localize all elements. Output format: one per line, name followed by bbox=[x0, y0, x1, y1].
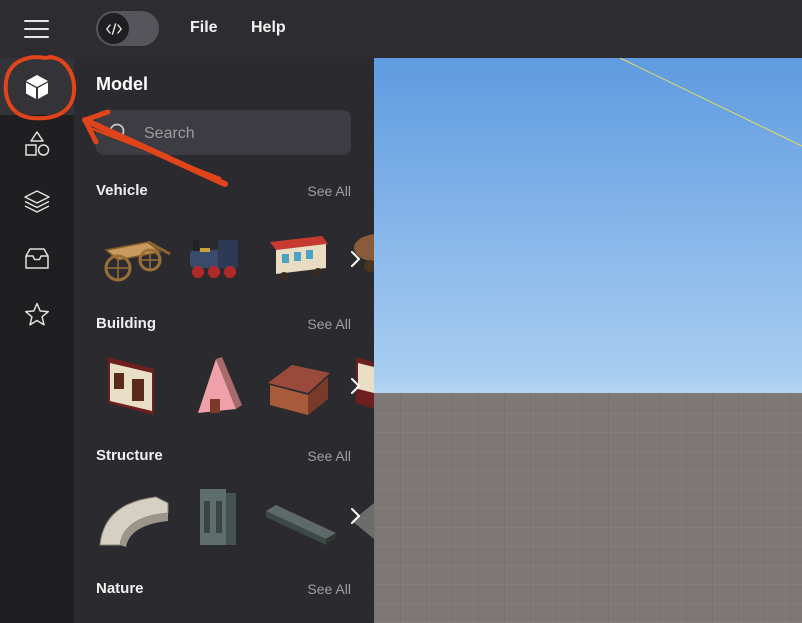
shapes-icon bbox=[25, 130, 50, 156]
model-thumb-passenger-carriage[interactable] bbox=[262, 222, 338, 290]
file-menu[interactable]: File bbox=[190, 19, 218, 37]
sky bbox=[374, 58, 802, 393]
see-all-link[interactable]: See All bbox=[307, 581, 351, 597]
model-thumb-shop-wall[interactable] bbox=[96, 353, 172, 421]
model-thumb-stone-arch[interactable] bbox=[96, 483, 172, 551]
next-arrow-building[interactable] bbox=[344, 369, 366, 403]
rail-item-inbox[interactable] bbox=[0, 229, 74, 286]
inbox-icon bbox=[25, 247, 49, 269]
section-title: Nature bbox=[96, 580, 144, 597]
search-input[interactable] bbox=[142, 110, 346, 157]
model-panel: Model Vehicle See All bbox=[74, 58, 374, 623]
section-vehicle: Vehicle See All bbox=[74, 182, 374, 292]
see-all-link[interactable]: See All bbox=[307, 316, 351, 332]
layers-icon bbox=[24, 189, 50, 213]
section-title: Building bbox=[96, 315, 156, 332]
ground-grid bbox=[374, 393, 802, 623]
help-menu[interactable]: Help bbox=[251, 19, 286, 37]
chevron-right-icon bbox=[351, 378, 360, 394]
model-thumb-wooden-cart[interactable] bbox=[96, 222, 172, 290]
search-box[interactable] bbox=[96, 110, 351, 157]
see-all-link[interactable]: See All bbox=[307, 448, 351, 464]
rail-item-shapes[interactable] bbox=[0, 115, 74, 172]
code-icon bbox=[98, 13, 129, 44]
model-thumb-a-frame-house[interactable] bbox=[182, 353, 258, 421]
model-thumb-stone-gate[interactable] bbox=[182, 483, 258, 551]
rail-item-favorites[interactable] bbox=[0, 286, 74, 343]
see-all-link[interactable]: See All bbox=[307, 183, 351, 199]
left-rail bbox=[0, 58, 74, 623]
code-view-toggle[interactable] bbox=[96, 11, 159, 46]
section-title: Structure bbox=[96, 447, 163, 464]
chevron-right-icon bbox=[351, 251, 360, 267]
top-bar: File Help bbox=[0, 0, 802, 58]
rail-item-layers[interactable] bbox=[0, 172, 74, 229]
chevron-right-icon bbox=[351, 508, 360, 524]
model-thumb-stone-beam[interactable] bbox=[264, 483, 340, 551]
section-building: Building See All bbox=[74, 315, 374, 425]
cube-icon bbox=[26, 74, 48, 99]
3d-viewport[interactable] bbox=[374, 58, 802, 623]
section-nature: Nature See All bbox=[74, 580, 374, 623]
panel-title: Model bbox=[96, 74, 148, 94]
star-icon bbox=[24, 302, 50, 326]
search-icon bbox=[109, 123, 129, 143]
model-thumb-wooden-cabin[interactable] bbox=[264, 353, 340, 421]
rail-item-model[interactable] bbox=[0, 58, 74, 115]
hamburger-menu-icon[interactable] bbox=[24, 18, 50, 40]
section-structure: Structure See All bbox=[74, 447, 374, 557]
section-title: Vehicle bbox=[96, 182, 148, 199]
next-arrow-structure[interactable] bbox=[344, 499, 366, 533]
model-thumb-steam-locomotive[interactable] bbox=[178, 222, 254, 290]
next-arrow-vehicle[interactable] bbox=[344, 242, 366, 276]
